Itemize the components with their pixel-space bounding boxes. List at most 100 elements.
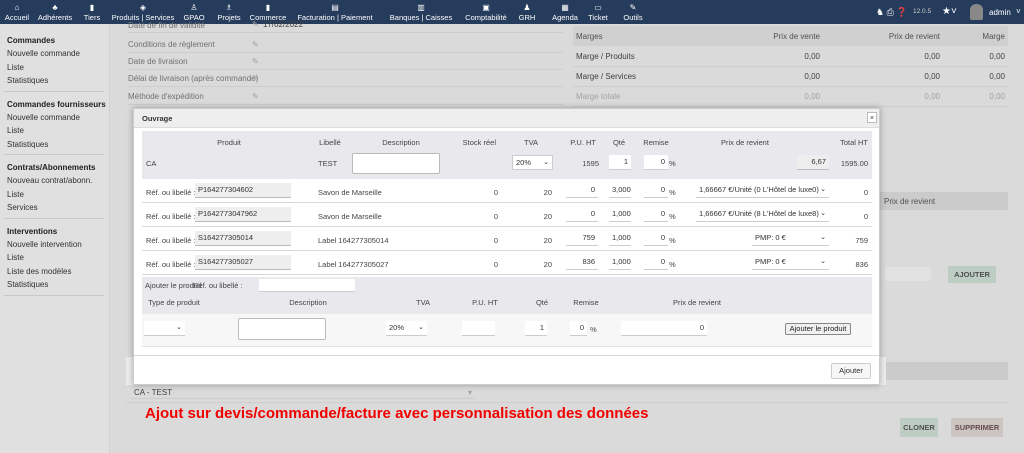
sidebar-item[interactable]: Liste: [7, 63, 24, 72]
cost-price-select[interactable]: PMP: 0 € ⌄: [752, 255, 829, 270]
percent: %: [669, 212, 676, 221]
line-discount-input[interactable]: 0: [644, 231, 668, 246]
bookmark-star-icon[interactable]: ★˅: [942, 6, 957, 17]
line-qty-input[interactable]: 1,000: [609, 255, 631, 270]
close-icon[interactable]: ×: [867, 112, 877, 123]
nav-item-facturation-paiement[interactable]: ▤ Facturation | Paiement: [297, 2, 372, 22]
ref-input[interactable]: P164277304602: [195, 183, 291, 198]
pencil-icon[interactable]: ✎: [252, 74, 259, 83]
cost-price-select[interactable]: PMP: 0 € ⌄: [752, 231, 829, 246]
line-pu-input[interactable]: 759: [566, 231, 598, 246]
nav-item-banques-caisses[interactable]: ▥ Banques | Caisses: [390, 2, 452, 22]
line-tva: 20: [543, 188, 552, 197]
discount-input[interactable]: 0: [644, 155, 668, 170]
ref-input[interactable]: S164277305014: [195, 231, 291, 246]
nav-item-commerce[interactable]: ▮ Commerce: [250, 2, 287, 22]
pencil-icon[interactable]: ✎: [252, 57, 259, 66]
supprimer-button[interactable]: SUPPRIMER: [951, 418, 1003, 437]
user-menu[interactable]: admin: [989, 8, 1011, 17]
description-textarea[interactable]: [352, 153, 440, 174]
sidebar-item[interactable]: Liste: [7, 126, 24, 135]
pencil-icon[interactable]: ✎: [252, 92, 259, 101]
sidebar-item[interactable]: Statistiques: [7, 280, 48, 289]
divider: [4, 217, 104, 219]
members-icon: ♣: [52, 3, 58, 12]
add-tva-select[interactable]: 20% ⌄: [386, 321, 427, 336]
submit-ajouter-button[interactable]: Ajouter: [831, 363, 871, 379]
nav-item-outils[interactable]: ✎ Outils: [623, 2, 642, 22]
nav-item-adh-rents[interactable]: ♣ Adhérents: [38, 2, 72, 22]
avatar[interactable]: [970, 4, 983, 20]
cloner-button[interactable]: CLONER: [900, 418, 938, 437]
settings-icons[interactable]: ♞ ⎙ ❓: [876, 7, 907, 18]
table-footer: [880, 362, 1008, 380]
line-pu-input[interactable]: 836: [566, 255, 598, 270]
nav-item-grh[interactable]: ♟ GRH: [519, 2, 536, 22]
percent: %: [669, 260, 676, 269]
add-pu-input[interactable]: [462, 321, 495, 336]
line-qty-input[interactable]: 1,000: [609, 231, 631, 246]
add-discount-input[interactable]: 0: [570, 321, 587, 336]
line-discount-input[interactable]: 0: [644, 255, 668, 270]
sidebar-item[interactable]: Nouveau contrat/abonn.: [7, 176, 92, 185]
sidebar-item[interactable]: Liste: [7, 190, 24, 199]
chevron-down-icon[interactable]: ˅: [1016, 7, 1021, 16]
cube-icon: ◈: [139, 3, 147, 12]
chevron-down-icon[interactable]: ▾: [468, 388, 472, 397]
add-qty-input[interactable]: 1: [525, 321, 547, 336]
line-discount-input[interactable]: 0: [644, 183, 668, 198]
add-description-textarea[interactable]: [238, 318, 326, 340]
cost-price-select[interactable]: 1,66667 €/Unité (8 L'Hôtel de luxe8) ⌄: [696, 207, 829, 222]
add-cost-price-input[interactable]: 0: [621, 321, 707, 336]
nav-item-agenda[interactable]: ▦ Agenda: [552, 2, 578, 22]
pencil-icon[interactable]: ✎: [252, 20, 259, 29]
add-product-button[interactable]: Ajouter le produit: [785, 323, 851, 335]
tva-select[interactable]: 20% ⌄: [512, 155, 553, 170]
sidebar-section-title[interactable]: Contrats/Abonnements: [7, 163, 95, 172]
sidebar-section-title[interactable]: Interventions: [7, 227, 57, 236]
cost-price-value: 1,66667 €/Unité (0 L'Hôtel de luxe0): [699, 185, 819, 194]
sidebar-section-title[interactable]: Commandes: [7, 36, 55, 45]
chevron-down-icon: ⌄: [820, 210, 826, 217]
cost-price-select[interactable]: 1,66667 €/Unité (0 L'Hôtel de luxe0) ⌄: [696, 183, 829, 198]
sidebar-item[interactable]: Statistiques: [7, 140, 48, 149]
line-qty-input[interactable]: 1,000: [609, 207, 631, 222]
nav-item-ticket[interactable]: ▭ Ticket: [588, 2, 608, 22]
nav-item-gpao[interactable]: ♙ GPAO: [183, 2, 204, 22]
line-pu-input[interactable]: 0: [566, 207, 598, 222]
nav-item-produits-services[interactable]: ◈ Produits | Services: [112, 2, 174, 22]
sidebar-item[interactable]: Statistiques: [7, 76, 48, 85]
sidebar-item[interactable]: Nouvelle intervention: [7, 240, 82, 249]
qty-input[interactable]: 1: [609, 155, 631, 170]
sidebar-item[interactable]: Nouvelle commande: [7, 49, 80, 58]
line-pu-input[interactable]: 0: [566, 183, 598, 198]
sidebar-item[interactable]: Liste: [7, 253, 24, 262]
line-qty-input[interactable]: 3,000: [609, 183, 631, 198]
nav-item-tiers[interactable]: ▮ Tiers: [84, 2, 100, 22]
add-ref-input[interactable]: [259, 279, 355, 292]
sidebar-item[interactable]: Services: [7, 203, 38, 212]
ref-input[interactable]: P1642773047962: [195, 207, 291, 222]
sidebar-item[interactable]: Nouvelle commande: [7, 113, 80, 122]
input[interactable]: [885, 267, 931, 281]
ajouter-button[interactable]: AJOUTER: [948, 266, 996, 283]
sidebar-item[interactable]: Liste des modèles: [7, 267, 71, 276]
ticket-icon: ▭: [594, 3, 602, 12]
divider: [128, 32, 563, 33]
margins-cell: 0,00: [804, 52, 820, 61]
line-total: 836: [855, 260, 868, 269]
ref-label: Réf. ou libellé :: [146, 188, 196, 197]
ref-input[interactable]: S164277305027: [195, 255, 291, 270]
sidebar-section-title[interactable]: Commandes fournisseurs: [7, 100, 106, 109]
margins-cell: 0,00: [989, 92, 1005, 101]
product-select[interactable]: CA - TEST: [134, 388, 172, 397]
product-type-select[interactable]: ⌄: [144, 321, 185, 336]
nav-item-comptabilit-[interactable]: ▣ Comptabilité: [465, 2, 507, 22]
divider: [4, 294, 104, 296]
nav-item-projets[interactable]: ♗ Projets: [217, 2, 240, 22]
pencil-icon[interactable]: ✎: [252, 40, 259, 49]
line-discount-input[interactable]: 0: [644, 207, 668, 222]
ref-label: Réf. ou libellé :: [146, 236, 196, 245]
nav-item-accueil[interactable]: ⌂ Accueil: [5, 2, 29, 22]
nav-label: Comptabilité: [465, 13, 507, 22]
